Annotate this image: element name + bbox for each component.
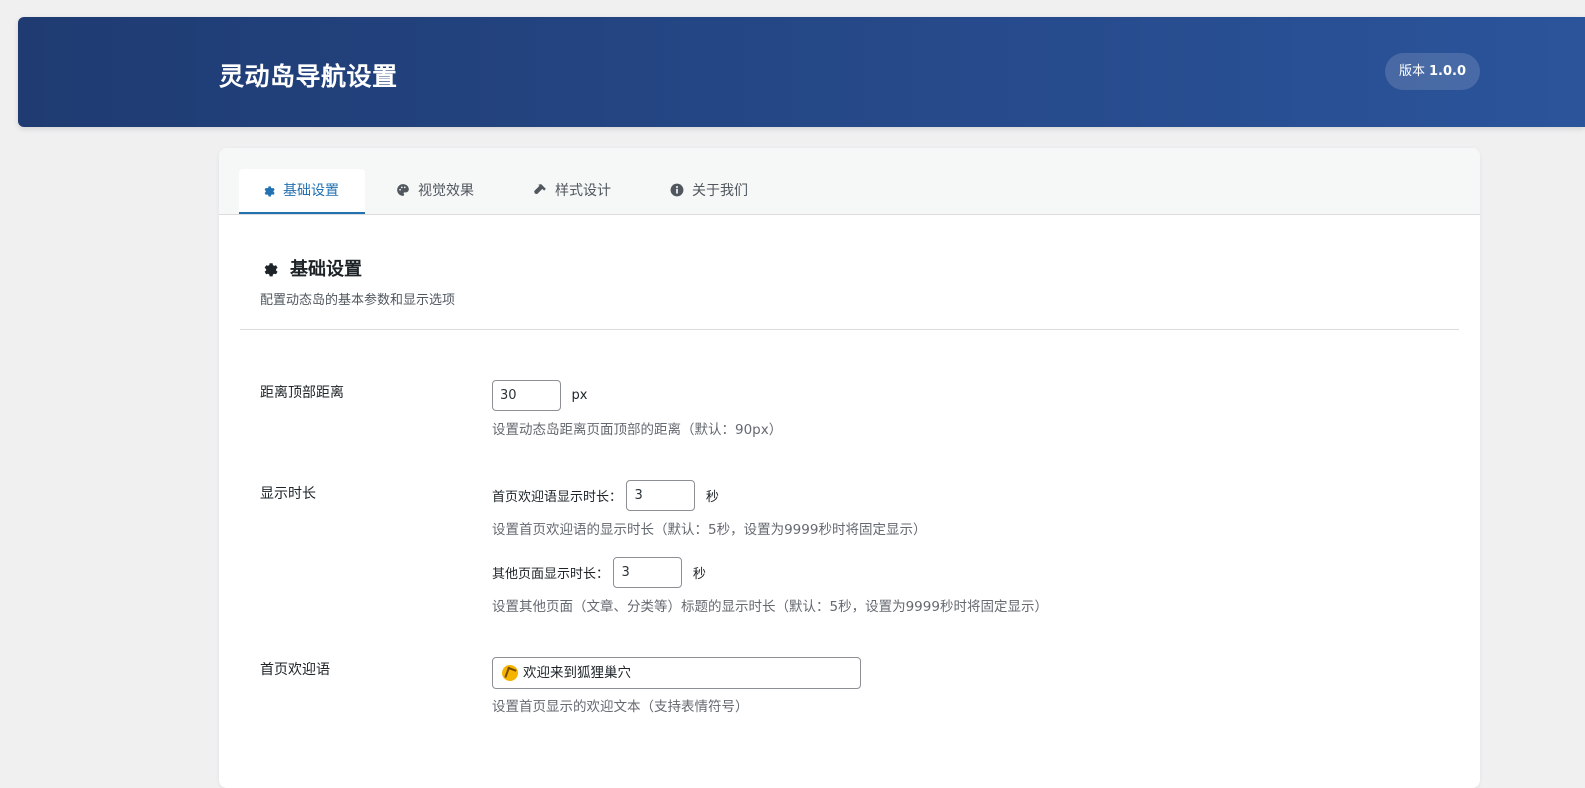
top-distance-label: 距离顶部距离 xyxy=(260,385,344,401)
divider xyxy=(240,329,1459,330)
top-distance-help: 设置动态岛距离页面顶部的距离（默认：90px） xyxy=(492,422,783,438)
home-duration-unit: 秒 xyxy=(705,490,719,505)
welcome-field: 欢迎来到狐狸巢穴 xyxy=(492,657,861,689)
settings-card: 基础设置 视觉效果 样式设计 关于我们 基础设置 配置动态岛的基本参数和显示选项… xyxy=(219,148,1480,788)
info-icon xyxy=(669,169,684,213)
tab-label: 基础设置 xyxy=(283,183,339,199)
other-duration-input[interactable] xyxy=(613,557,683,588)
home-duration-field: 首页欢迎语显示时长： 秒 xyxy=(492,480,719,511)
gear-icon xyxy=(260,169,275,213)
section-title-text: 基础设置 xyxy=(290,259,362,280)
waving-hand-icon xyxy=(502,665,518,681)
tab-label: 样式设计 xyxy=(555,183,611,199)
version-number: 1.0.0 xyxy=(1429,64,1467,79)
other-duration-help: 设置其他页面（文章、分类等）标题的显示时长（默认：5秒，设置为9999秒时将固定… xyxy=(492,599,1048,615)
tab-basic-settings[interactable]: 基础设置 xyxy=(239,169,365,214)
top-distance-input[interactable] xyxy=(492,380,561,411)
page-header: 灵动岛导航设置 版本 1.0.0 xyxy=(18,17,1585,127)
home-duration-input[interactable] xyxy=(626,480,696,511)
other-duration-unit: 秒 xyxy=(692,567,706,582)
welcome-label: 首页欢迎语 xyxy=(260,662,330,678)
home-duration-help: 设置首页欢迎语的显示时长（默认：5秒，设置为9999秒时将固定显示） xyxy=(492,522,927,538)
other-duration-field: 其他页面显示时长： 秒 xyxy=(492,557,706,588)
gear-icon xyxy=(260,254,280,282)
section-title: 基础设置 xyxy=(260,254,362,284)
tab-bar: 基础设置 视觉效果 样式设计 关于我们 xyxy=(219,148,1480,215)
tab-about-us[interactable]: 关于我们 xyxy=(669,169,748,214)
section-description: 配置动态岛的基本参数和显示选项 xyxy=(260,293,456,308)
hammer-icon xyxy=(532,169,547,213)
welcome-input-value: 欢迎来到狐狸巢穴 xyxy=(523,665,631,681)
tab-label: 视觉效果 xyxy=(418,183,474,199)
welcome-help: 设置首页显示的欢迎文本（支持表情符号） xyxy=(492,699,749,715)
top-distance-unit: px xyxy=(571,388,588,403)
welcome-input[interactable]: 欢迎来到狐狸巢穴 xyxy=(492,657,861,689)
version-badge: 版本 1.0.0 xyxy=(1385,53,1480,90)
tab-visual-effects[interactable]: 视觉效果 xyxy=(395,169,474,214)
home-duration-label: 首页欢迎语显示时长： xyxy=(492,490,623,505)
tab-label: 关于我们 xyxy=(692,183,748,199)
tab-style-design[interactable]: 样式设计 xyxy=(532,169,611,214)
palette-icon xyxy=(395,169,410,213)
version-label: 版本 xyxy=(1398,64,1425,79)
other-duration-label: 其他页面显示时长： xyxy=(492,567,610,582)
display-duration-label: 显示时长 xyxy=(260,486,316,502)
top-distance-field: px xyxy=(492,380,587,411)
page-title: 灵动岛导航设置 xyxy=(219,62,398,91)
